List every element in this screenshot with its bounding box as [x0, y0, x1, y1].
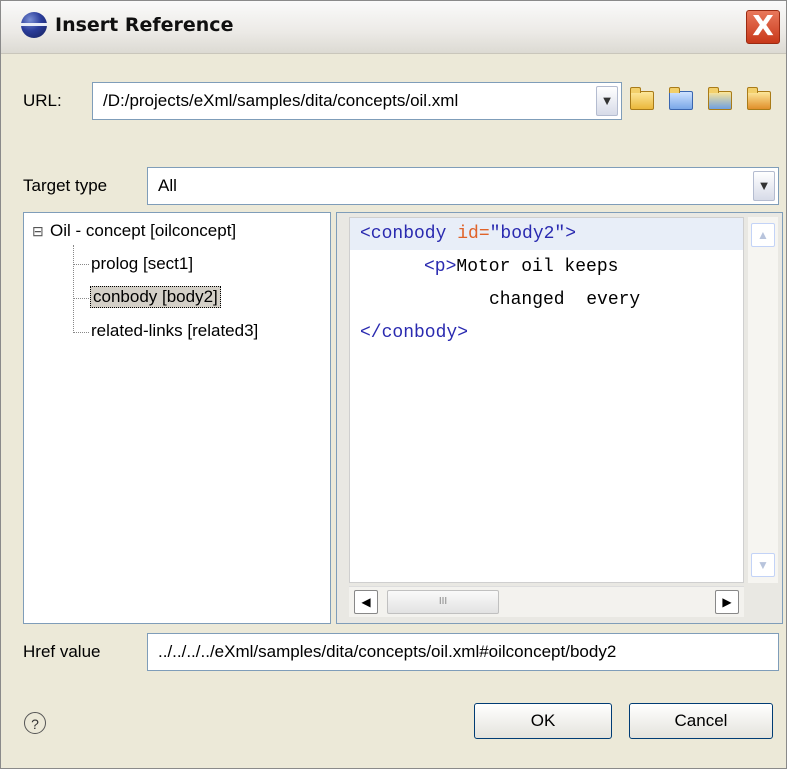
code-p-tag: <p> [424, 257, 457, 277]
browse-folder-icon [669, 86, 693, 110]
scroll-right-icon[interactable]: ▶ [715, 590, 739, 614]
code-line-2: <p>Motor oil keeps [424, 257, 618, 277]
code-attr-value: "body2"> [489, 224, 577, 244]
tree-connector [73, 332, 89, 333]
scroll-up-icon[interactable]: ▲ [751, 223, 775, 247]
title-bar[interactable]: Insert Reference X [1, 1, 786, 54]
tree-connector [73, 245, 74, 333]
url-combo[interactable]: /D:/projects/eXml/samples/dita/concepts/… [92, 82, 622, 120]
target-type-combo[interactable]: All ▼ [147, 167, 779, 205]
tree-connector [73, 298, 89, 299]
close-button[interactable]: X [746, 10, 780, 44]
code-viewport[interactable]: <conbody id="body2"> <p>Motor oil keeps … [349, 217, 744, 583]
help-icon[interactable]: ? [24, 712, 46, 734]
code-attr-name: id= [457, 224, 490, 244]
tree-connector [73, 264, 89, 265]
vertical-scrollbar[interactable]: ▲ ▼ [748, 217, 778, 583]
open-folder-button[interactable] [628, 86, 656, 114]
chevron-down-icon[interactable]: ▼ [596, 86, 618, 116]
app-globe-icon [21, 12, 47, 38]
archive-folder-button[interactable] [745, 86, 773, 114]
open-folder-icon [630, 86, 654, 110]
dialog-title: Insert Reference [55, 14, 234, 36]
scroll-down-icon[interactable]: ▼ [751, 553, 775, 577]
workspace-folder-icon [708, 86, 732, 110]
code-line-3: changed every [489, 290, 641, 310]
target-type-label: Target type [23, 176, 108, 195]
workspace-folder-button[interactable] [706, 86, 734, 114]
browse-folder-button[interactable] [667, 86, 695, 114]
scroll-thumb[interactable]: III [387, 590, 499, 614]
url-value: /D:/projects/eXml/samples/dita/concepts/… [103, 91, 459, 110]
code-open-tag: <conbody [360, 224, 458, 244]
tree-item-conbody-selected[interactable]: conbody [body2] [90, 286, 221, 308]
horizontal-scrollbar[interactable]: ◀ III ▶ [349, 586, 744, 617]
chevron-down-icon[interactable]: ▼ [753, 171, 775, 201]
collapse-toggle-icon[interactable]: ⊟ [32, 223, 44, 240]
code-text: Motor oil keeps [456, 257, 619, 277]
outline-tree[interactable]: ⊟ Oil - concept [oilconcept] prolog [sec… [23, 212, 331, 624]
preview-pane: <conbody id="body2"> <p>Motor oil keeps … [336, 212, 783, 624]
ok-button[interactable]: OK [474, 703, 612, 739]
url-label: URL: [23, 91, 62, 110]
tree-root-item[interactable]: Oil - concept [oilconcept] [50, 221, 236, 241]
scroll-left-icon[interactable]: ◀ [354, 590, 378, 614]
tree-item-prolog[interactable]: prolog [sect1] [91, 254, 193, 274]
href-field[interactable]: ../../../../eXml/samples/dita/concepts/o… [147, 633, 779, 671]
tree-item-related-links[interactable]: related-links [related3] [91, 321, 258, 341]
archive-folder-icon [747, 86, 771, 110]
href-label: Href value [23, 642, 101, 661]
insert-reference-dialog: Insert Reference X URL: /D:/projects/eXm… [0, 0, 787, 769]
code-line-1: <conbody id="body2"> [360, 224, 576, 244]
target-type-value: All [158, 176, 177, 195]
code-line-4: </conbody> [360, 323, 469, 343]
cancel-button[interactable]: Cancel [629, 703, 773, 739]
